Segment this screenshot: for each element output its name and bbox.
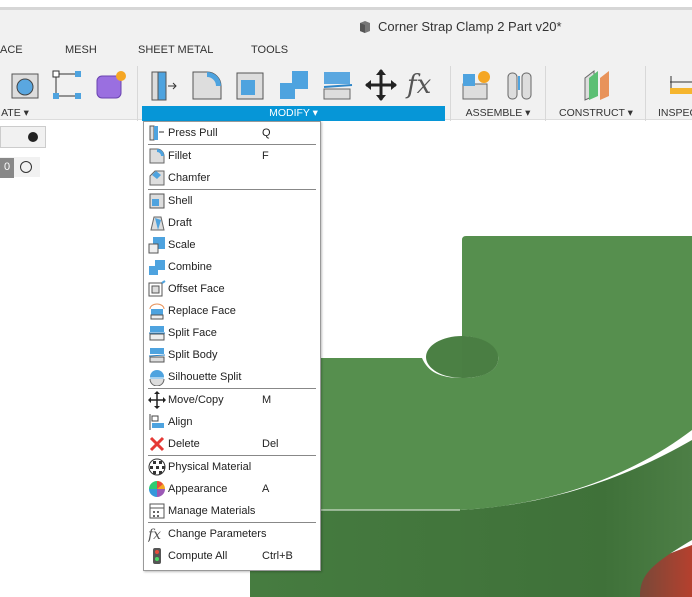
menu-item-move-copy[interactable]: Move/Copy M bbox=[144, 389, 320, 411]
menu-item-compute-all[interactable]: Compute All Ctrl+B bbox=[144, 545, 320, 567]
menu-item-split-body[interactable]: Split Body bbox=[144, 344, 320, 366]
menu-item-manage-materials[interactable]: Manage Materials bbox=[144, 500, 320, 522]
menu-item-physical-material[interactable]: Physical Material bbox=[144, 456, 320, 478]
delete-icon bbox=[149, 436, 165, 452]
fx-icon: fx bbox=[148, 527, 161, 543]
offset-face-icon bbox=[148, 280, 166, 297]
new-component-icon[interactable] bbox=[460, 68, 494, 102]
menu-item-scale[interactable]: Scale bbox=[144, 234, 320, 256]
menu-item-label: Split Body bbox=[168, 349, 218, 361]
menu-item-label: Chamfer bbox=[168, 172, 211, 184]
menu-item-label: Physical Material bbox=[168, 461, 252, 473]
menu-item-offset-face[interactable]: Offset Face bbox=[144, 278, 320, 300]
menu-item-align[interactable]: Align bbox=[144, 411, 320, 433]
move-icon bbox=[148, 391, 166, 409]
radio-icon[interactable] bbox=[20, 161, 32, 173]
collapse-icon[interactable] bbox=[28, 132, 38, 142]
fx-icon[interactable]: fx bbox=[407, 70, 441, 104]
fillet-icon bbox=[149, 148, 165, 164]
press-pull-icon[interactable] bbox=[148, 68, 182, 102]
compute-all-icon bbox=[153, 548, 161, 564]
appearance-icon bbox=[149, 481, 165, 497]
menu-item-replace-face[interactable]: Replace Face bbox=[144, 300, 320, 322]
menu-item-label: Compute All bbox=[168, 550, 228, 562]
browser-panel-header[interactable] bbox=[0, 126, 46, 148]
modify-dropdown[interactable]: MODIFY ▾ bbox=[142, 106, 445, 121]
combine-icon bbox=[149, 260, 165, 275]
shell-icon bbox=[149, 193, 165, 209]
menu-item-chamfer[interactable]: Chamfer bbox=[144, 167, 320, 189]
menu-item-press-pull[interactable]: Press Pull Q bbox=[144, 122, 320, 144]
menu-item-label: Move/Copy bbox=[168, 394, 224, 406]
move-icon[interactable] bbox=[364, 68, 398, 102]
menu-item-label: Press Pull bbox=[168, 127, 218, 139]
menu-item-label: Offset Face bbox=[168, 283, 225, 295]
modify-menu: Press Pull Q Fillet F Chamfer Shell Draft Scale… bbox=[143, 121, 321, 571]
menu-item-label: Manage Materials bbox=[168, 505, 256, 517]
menu-item-label: Align bbox=[168, 416, 193, 428]
menu-item-combine[interactable]: Combine bbox=[144, 256, 320, 278]
menu-item-label: Silhouette Split bbox=[168, 371, 242, 383]
ribbon-toolbar: Corner Strap Clamp 2 Part v20* ACE MESH … bbox=[0, 10, 692, 121]
component-icon bbox=[360, 20, 370, 33]
create-dropdown[interactable]: ATE ▾ bbox=[0, 106, 30, 121]
browser-panel-row[interactable]: 0 bbox=[0, 157, 40, 178]
split-body-icon bbox=[148, 348, 166, 363]
offset-plane-icon[interactable] bbox=[580, 68, 614, 102]
silhouette-split-icon bbox=[149, 370, 165, 386]
combine-icon[interactable] bbox=[277, 68, 311, 102]
menu-item-label: Combine bbox=[168, 261, 213, 273]
menu-item-label: Draft bbox=[168, 217, 192, 229]
menu-item-label: Shell bbox=[168, 195, 193, 207]
align-icon bbox=[149, 414, 164, 430]
sketch-points-icon[interactable] bbox=[50, 68, 84, 102]
manage-materials-icon bbox=[149, 503, 165, 519]
menu-item-label: Appearance bbox=[168, 483, 228, 495]
menu-item-label: Change Parameters bbox=[168, 528, 267, 540]
menu-item-label: Delete bbox=[168, 438, 200, 450]
press-pull-icon bbox=[149, 125, 164, 141]
tab-mesh[interactable]: MESH bbox=[65, 44, 97, 56]
revolve-icon[interactable] bbox=[8, 68, 42, 102]
menu-item-appearance[interactable]: Appearance A bbox=[144, 478, 320, 500]
form-icon[interactable] bbox=[94, 68, 128, 102]
physical-material-icon bbox=[148, 458, 166, 476]
menu-item-change-parameters[interactable]: fx Change Parameters bbox=[144, 523, 320, 545]
split-body-icon[interactable] bbox=[321, 68, 355, 102]
svg-text:fx: fx bbox=[148, 527, 161, 543]
menu-item-shortcut: A bbox=[262, 483, 270, 495]
draft-icon bbox=[150, 216, 165, 231]
menu-item-label: Scale bbox=[168, 239, 196, 251]
menu-item-draft[interactable]: Draft bbox=[144, 212, 320, 234]
menu-item-label: Replace Face bbox=[168, 305, 236, 317]
menu-item-shortcut: Q bbox=[262, 127, 271, 139]
menu-item-shortcut: Del bbox=[262, 438, 279, 450]
tab-surface[interactable]: ACE bbox=[0, 44, 23, 56]
fillet-icon[interactable] bbox=[190, 68, 224, 102]
split-face-icon bbox=[149, 326, 165, 341]
replace-face-icon bbox=[149, 303, 165, 320]
shell-icon[interactable] bbox=[234, 68, 268, 102]
construct-dropdown[interactable]: CONSTRUCT ▾ bbox=[556, 106, 636, 121]
menu-item-shell[interactable]: Shell bbox=[144, 190, 320, 212]
scale-icon bbox=[148, 237, 165, 254]
menu-item-split-face[interactable]: Split Face bbox=[144, 322, 320, 344]
menu-item-silhouette-split[interactable]: Silhouette Split bbox=[144, 366, 320, 388]
window-top-bar bbox=[0, 0, 692, 10]
joint-icon[interactable] bbox=[503, 68, 537, 102]
menu-item-shortcut: Ctrl+B bbox=[262, 550, 293, 562]
menu-item-shortcut: M bbox=[262, 394, 272, 406]
menu-item-fillet[interactable]: Fillet F bbox=[144, 145, 320, 167]
chamfer-icon bbox=[149, 170, 165, 186]
tab-tools[interactable]: TOOLS bbox=[251, 44, 288, 56]
menu-item-label: Split Face bbox=[168, 327, 217, 339]
assemble-dropdown[interactable]: ASSEMBLE ▾ bbox=[460, 106, 536, 121]
menu-item-label: Fillet bbox=[168, 150, 192, 162]
inspect-dropdown[interactable]: INSPEC bbox=[658, 106, 692, 121]
tab-sheet-metal[interactable]: SHEET METAL bbox=[138, 44, 213, 56]
menu-item-shortcut: F bbox=[262, 150, 269, 162]
document-title: Corner Strap Clamp 2 Part v20* bbox=[358, 19, 562, 34]
menu-item-delete[interactable]: Delete Del bbox=[144, 433, 320, 455]
measure-icon[interactable] bbox=[668, 68, 692, 102]
